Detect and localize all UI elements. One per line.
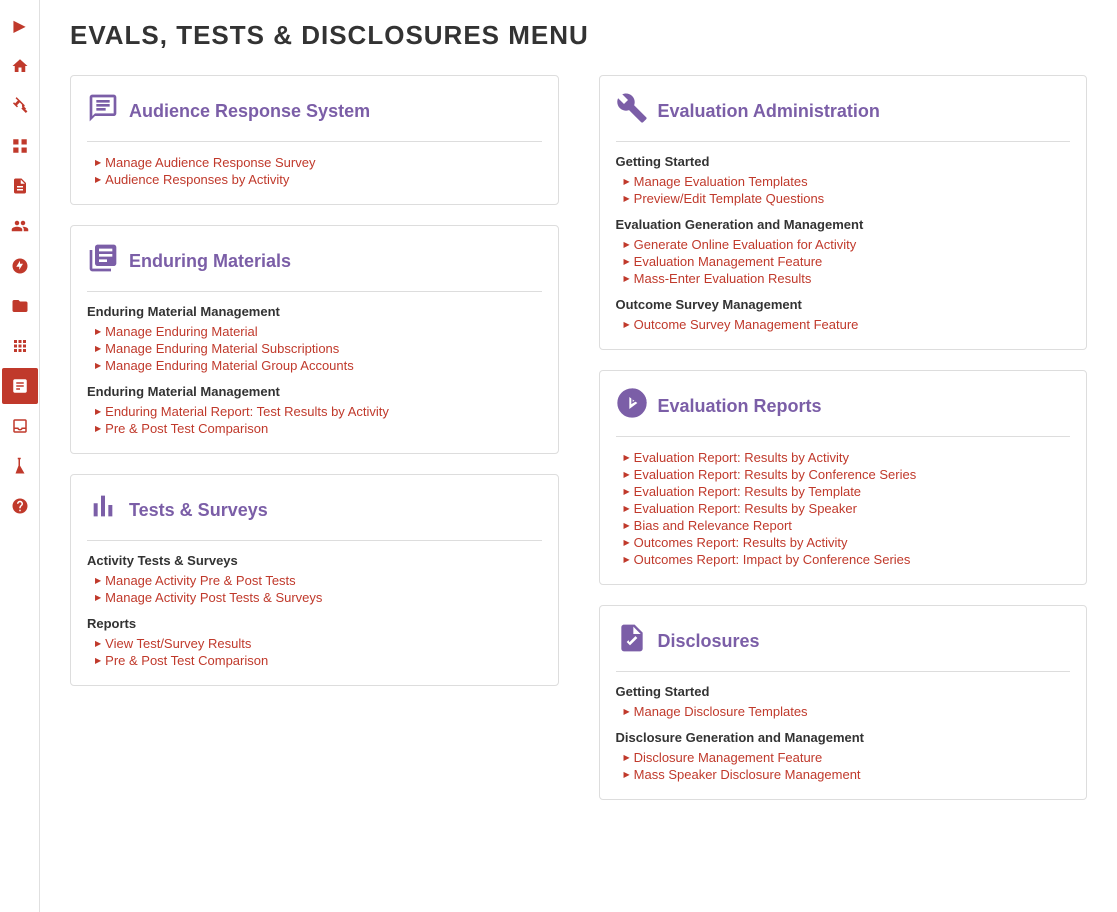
manage-evaluation-templates-link[interactable]: Manage Evaluation Templates [624, 173, 1071, 190]
manage-activity-pre-post-tests-link[interactable]: Manage Activity Pre & Post Tests [95, 572, 542, 589]
sidebar-item-medical[interactable] [2, 248, 38, 284]
main-content: EVALS, TESTS & DISCLOSURES MENU Audience… [40, 0, 1117, 912]
sidebar-item-flask[interactable] [2, 448, 38, 484]
manage-enduring-material-subscriptions-link[interactable]: Manage Enduring Material Subscriptions [95, 340, 542, 357]
manage-audience-response-link[interactable]: Manage Audience Response Survey [95, 154, 542, 171]
enduring-mgmt-title-2: Enduring Material Management [87, 384, 542, 399]
getting-started-disc-title: Getting Started [616, 684, 1071, 699]
sidebar-item-inbox[interactable] [2, 408, 38, 444]
audience-responses-by-activity-link[interactable]: Audience Responses by Activity [95, 171, 542, 188]
sidebar-item-grid[interactable] [2, 128, 38, 164]
mass-enter-evaluation-results-link[interactable]: Mass-Enter Evaluation Results [624, 270, 1071, 287]
manage-enduring-material-link[interactable]: Manage Enduring Material [95, 323, 542, 340]
sidebar-item-doc[interactable] [2, 168, 38, 204]
sidebar-item-chart[interactable] [2, 368, 38, 404]
columns-container: Audience Response System Manage Audience… [70, 75, 1087, 820]
evaluation-admin-icon [616, 92, 648, 131]
evaluation-management-feature-link[interactable]: Evaluation Management Feature [624, 253, 1071, 270]
eval-report-results-by-activity-link[interactable]: Evaluation Report: Results by Activity [624, 449, 1071, 466]
outcomes-report-impact-by-conference-series-link[interactable]: Outcomes Report: Impact by Conference Se… [624, 551, 1071, 568]
sidebar-item-apps[interactable] [2, 328, 38, 364]
disc-generation-title: Disclosure Generation and Management [616, 730, 1071, 745]
activity-tests-surveys-title: Activity Tests & Surveys [87, 553, 542, 568]
evaluation-reports-icon [616, 387, 648, 426]
bias-and-relevance-report-link[interactable]: Bias and Relevance Report [624, 517, 1071, 534]
eval-report-results-by-template-link[interactable]: Evaluation Report: Results by Template [624, 483, 1071, 500]
eval-generation-title: Evaluation Generation and Management [616, 217, 1071, 232]
outcome-survey-management-feature-link[interactable]: Outcome Survey Management Feature [624, 316, 1071, 333]
generate-online-evaluation-link[interactable]: Generate Online Evaluation for Activity [624, 236, 1071, 253]
sidebar: ▶ [0, 0, 40, 912]
disclosure-management-feature-link[interactable]: Disclosure Management Feature [624, 749, 1071, 766]
evaluation-reports-section: Evaluation Reports Evaluation Report: Re… [599, 370, 1088, 585]
enduring-materials-icon [87, 242, 119, 281]
disclosures-icon [616, 622, 648, 661]
eval-report-results-by-speaker-link[interactable]: Evaluation Report: Results by Speaker [624, 500, 1071, 517]
disclosures-header: Disclosures [616, 622, 1071, 672]
disclosures-title: Disclosures [658, 631, 760, 652]
sidebar-item-tools[interactable] [2, 88, 38, 124]
tests-surveys-icon [87, 491, 119, 530]
right-column: Evaluation Administration Getting Starte… [599, 75, 1088, 820]
audience-response-section: Audience Response System Manage Audience… [70, 75, 559, 205]
enduring-mgmt-title-1: Enduring Material Management [87, 304, 542, 319]
tests-surveys-section: Tests & Surveys Activity Tests & Surveys… [70, 474, 559, 686]
tests-surveys-title: Tests & Surveys [129, 500, 268, 521]
sidebar-item-folder[interactable] [2, 288, 38, 324]
evaluation-admin-header: Evaluation Administration [616, 92, 1071, 142]
tests-surveys-header: Tests & Surveys [87, 491, 542, 541]
enduring-material-report-link[interactable]: Enduring Material Report: Test Results b… [95, 403, 542, 420]
preview-edit-template-questions-link[interactable]: Preview/Edit Template Questions [624, 190, 1071, 207]
eval-report-results-by-conference-series-link[interactable]: Evaluation Report: Results by Conference… [624, 466, 1071, 483]
evaluation-admin-section: Evaluation Administration Getting Starte… [599, 75, 1088, 350]
getting-started-eval-title: Getting Started [616, 154, 1071, 169]
disclosures-section: Disclosures Getting Started Manage Discl… [599, 605, 1088, 800]
sidebar-item-home[interactable] [2, 48, 38, 84]
evaluation-admin-title: Evaluation Administration [658, 101, 880, 122]
pre-post-test-comparison-tests-link[interactable]: Pre & Post Test Comparison [95, 652, 542, 669]
enduring-materials-header: Enduring Materials [87, 242, 542, 292]
sidebar-item-person[interactable] [2, 208, 38, 244]
manage-activity-post-tests-surveys-link[interactable]: Manage Activity Post Tests & Surveys [95, 589, 542, 606]
enduring-materials-section: Enduring Materials Enduring Material Man… [70, 225, 559, 454]
sidebar-item-arrow[interactable]: ▶ [2, 8, 38, 44]
evaluation-reports-header: Evaluation Reports [616, 387, 1071, 437]
pre-post-test-comparison-enduring-link[interactable]: Pre & Post Test Comparison [95, 420, 542, 437]
evaluation-reports-title: Evaluation Reports [658, 396, 822, 417]
mass-speaker-disclosure-management-link[interactable]: Mass Speaker Disclosure Management [624, 766, 1071, 783]
outcomes-report-results-by-activity-link[interactable]: Outcomes Report: Results by Activity [624, 534, 1071, 551]
outcome-survey-mgmt-title: Outcome Survey Management [616, 297, 1071, 312]
manage-disclosure-templates-link[interactable]: Manage Disclosure Templates [624, 703, 1071, 720]
left-column: Audience Response System Manage Audience… [70, 75, 559, 820]
page-title: EVALS, TESTS & DISCLOSURES MENU [70, 20, 1087, 51]
audience-response-header: Audience Response System [87, 92, 542, 142]
enduring-materials-title: Enduring Materials [129, 251, 291, 272]
audience-response-icon [87, 92, 119, 131]
reports-title: Reports [87, 616, 542, 631]
manage-enduring-material-group-accounts-link[interactable]: Manage Enduring Material Group Accounts [95, 357, 542, 374]
sidebar-item-help[interactable] [2, 488, 38, 524]
audience-response-title: Audience Response System [129, 101, 370, 122]
view-test-survey-results-link[interactable]: View Test/Survey Results [95, 635, 542, 652]
